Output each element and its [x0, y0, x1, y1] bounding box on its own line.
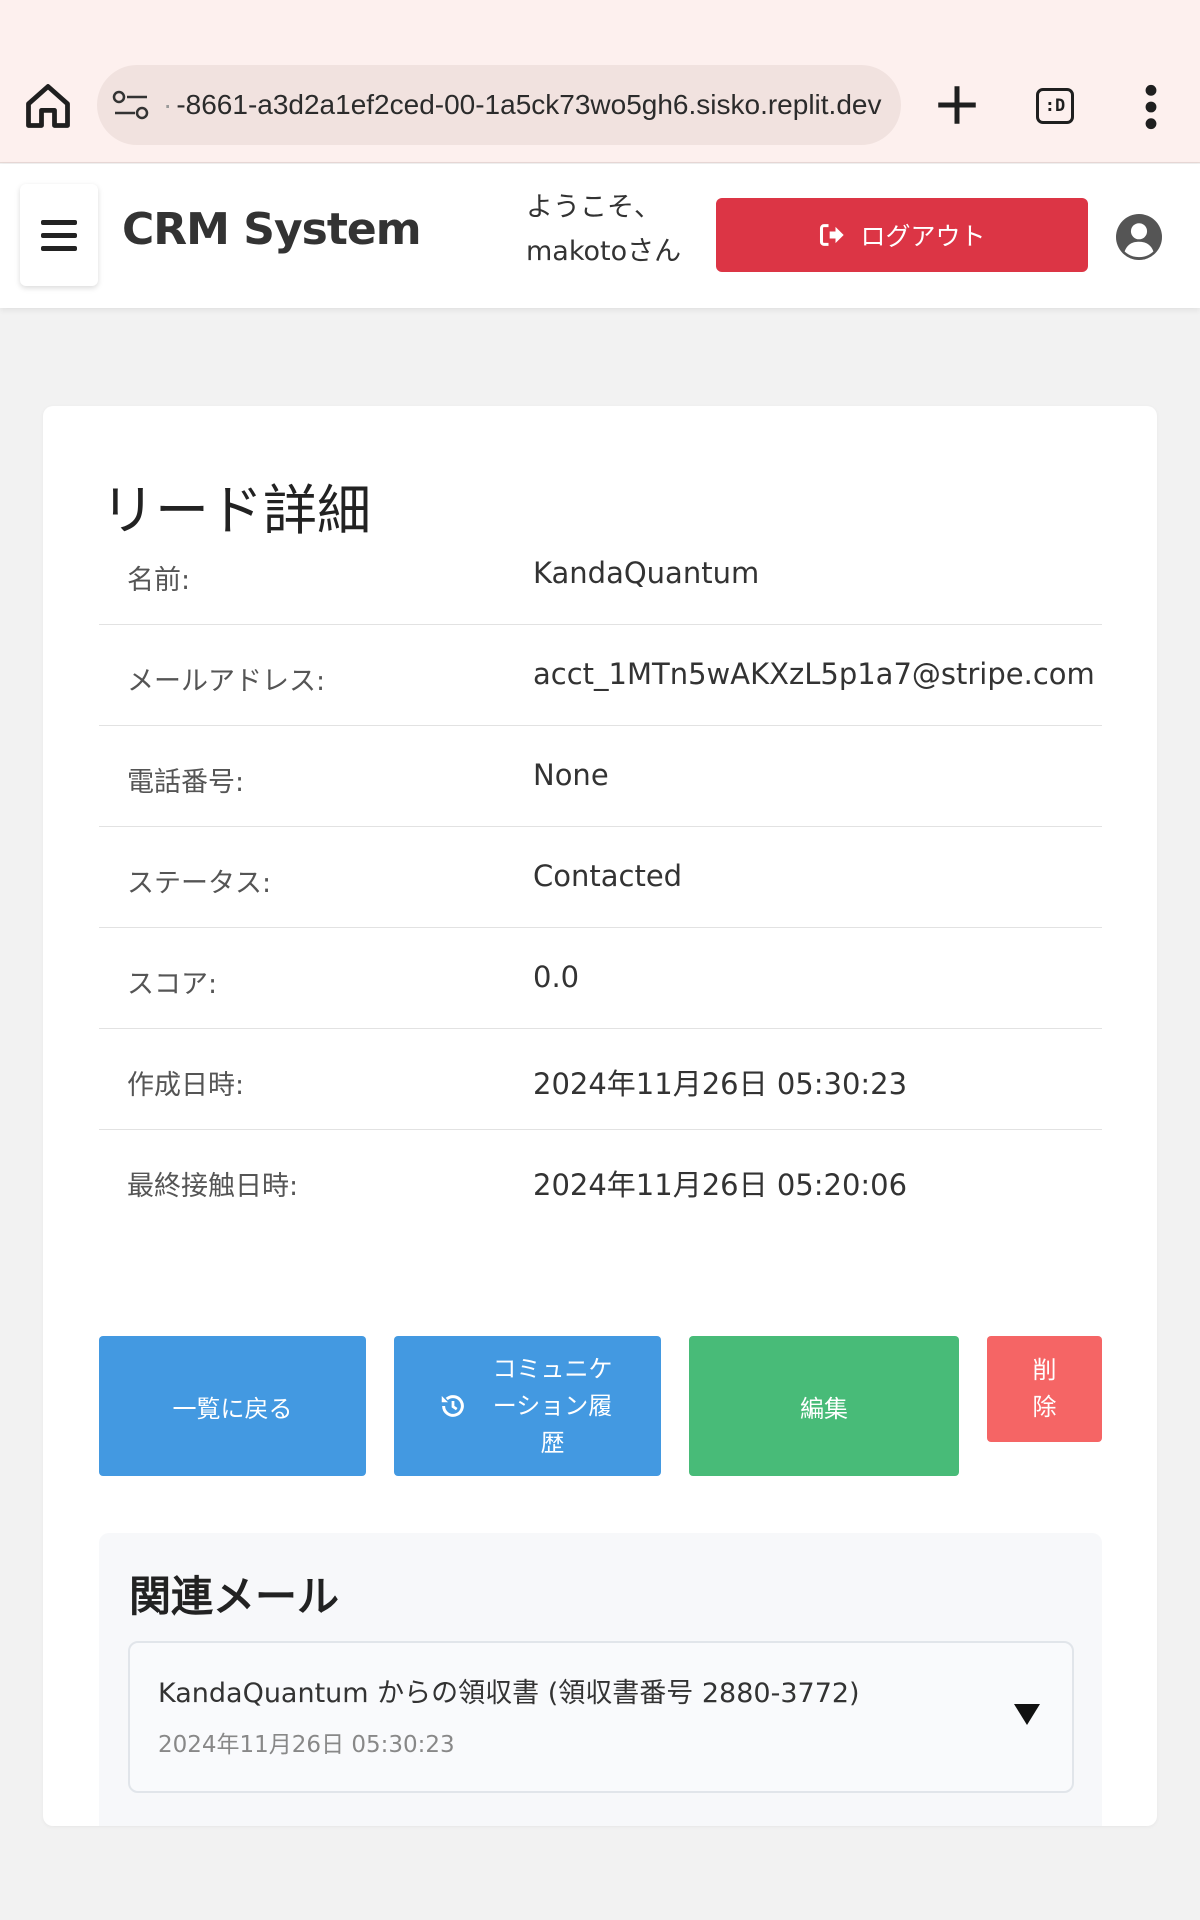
mail-date: 2024年11月26日 05:30:23 — [158, 1732, 455, 1758]
detail-row-created-at: 作成日時: 2024年11月26日 05:30:23 — [99, 1029, 1102, 1130]
new-tab-icon[interactable] — [932, 80, 982, 130]
address-bar[interactable]: -8661-a3d2a1ef2ced-00-1a5ck73wo5gh6.sisk… — [97, 65, 901, 145]
url-text: -8661-a3d2a1ef2ced-00-1a5ck73wo5gh6.sisk… — [163, 65, 887, 145]
detail-row-score: スコア: 0.0 — [99, 928, 1102, 1029]
detail-value: Contacted — [533, 859, 683, 893]
user-avatar-icon[interactable] — [1116, 214, 1162, 260]
detail-row-name: 名前: KandaQuantum — [99, 524, 1102, 625]
lead-detail-card: リード詳細 名前: KandaQuantum メールアドレス: acct_1MT… — [43, 406, 1157, 1826]
detail-row-email: メールアドレス: acct_1MTn5wAKXzL5p1a7@stripe.co… — [99, 625, 1102, 726]
site-settings-icon[interactable] — [111, 89, 151, 121]
edit-button[interactable]: 編集 — [689, 1336, 959, 1476]
action-buttons: 一覧に戻る コミュニケーション履歴 編集 削除 — [99, 1336, 1102, 1476]
delete-button[interactable]: 削除 — [987, 1336, 1102, 1442]
detail-label: 電話番号: — [127, 767, 245, 798]
hamburger-menu-button[interactable] — [20, 184, 98, 286]
detail-value: 2024年11月26日 05:20:06 — [533, 1168, 908, 1202]
communication-history-button[interactable]: コミュニケーション履歴 — [394, 1336, 661, 1476]
detail-label: ステータス: — [127, 868, 272, 899]
detail-row-last-contacted: 最終接触日時: 2024年11月26日 05:20:06 — [99, 1130, 1102, 1231]
back-to-list-button[interactable]: 一覧に戻る — [99, 1336, 366, 1476]
delete-label: 削除 — [1032, 1356, 1057, 1421]
mail-subject: KandaQuantum からの領収書 (領収書番号 2880-3772) — [158, 1678, 860, 1709]
logout-label: ログアウト — [860, 222, 986, 251]
communication-history-label: コミュニケーション履歴 — [492, 1354, 613, 1457]
detail-value: acct_1MTn5wAKXzL5p1a7@stripe.com — [533, 657, 1095, 691]
detail-label: 作成日時: — [127, 1070, 245, 1101]
related-mail-title: 関連メール — [129, 1572, 340, 1621]
detail-label: メールアドレス: — [127, 666, 326, 697]
logout-button[interactable]: ログアウト — [716, 198, 1088, 272]
browser-toolbar: -8661-a3d2a1ef2ced-00-1a5ck73wo5gh6.sisk… — [0, 0, 1200, 163]
edit-label: 編集 — [800, 1394, 848, 1423]
back-to-list-label: 一覧に戻る — [172, 1394, 293, 1423]
detail-row-phone: 電話番号: None — [99, 726, 1102, 827]
related-mail-section: 関連メール KandaQuantum からの領収書 (領収書番号 2880-37… — [99, 1533, 1102, 1826]
mail-list-item[interactable]: KandaQuantum からの領収書 (領収書番号 2880-3772) 20… — [128, 1641, 1074, 1793]
detail-value: None — [533, 758, 609, 792]
detail-label: 最終接触日時: — [127, 1171, 299, 1202]
detail-value: 0.0 — [533, 960, 580, 994]
home-icon[interactable] — [22, 80, 74, 132]
welcome-greeting: ようこそ、 — [526, 192, 661, 223]
sign-out-icon — [820, 224, 845, 246]
more-options-icon[interactable] — [1140, 82, 1162, 132]
detail-label: 名前: — [127, 565, 191, 596]
welcome-username: makotoさん — [526, 236, 682, 267]
detail-value: 2024年11月26日 05:30:23 — [533, 1067, 908, 1101]
expand-triangle-icon[interactable] — [1012, 1701, 1042, 1727]
tab-switcher-button[interactable]: :D — [1036, 88, 1074, 124]
detail-label: スコア: — [127, 969, 218, 1000]
app-title: CRM System — [122, 204, 422, 255]
app-header: CRM System ようこそ、 makotoさん ログアウト — [0, 164, 1200, 308]
detail-value: KandaQuantum — [533, 556, 760, 590]
welcome-text: ようこそ、 makotoさん — [526, 186, 696, 274]
history-icon — [441, 1395, 464, 1417]
detail-row-status: ステータス: Contacted — [99, 827, 1102, 928]
